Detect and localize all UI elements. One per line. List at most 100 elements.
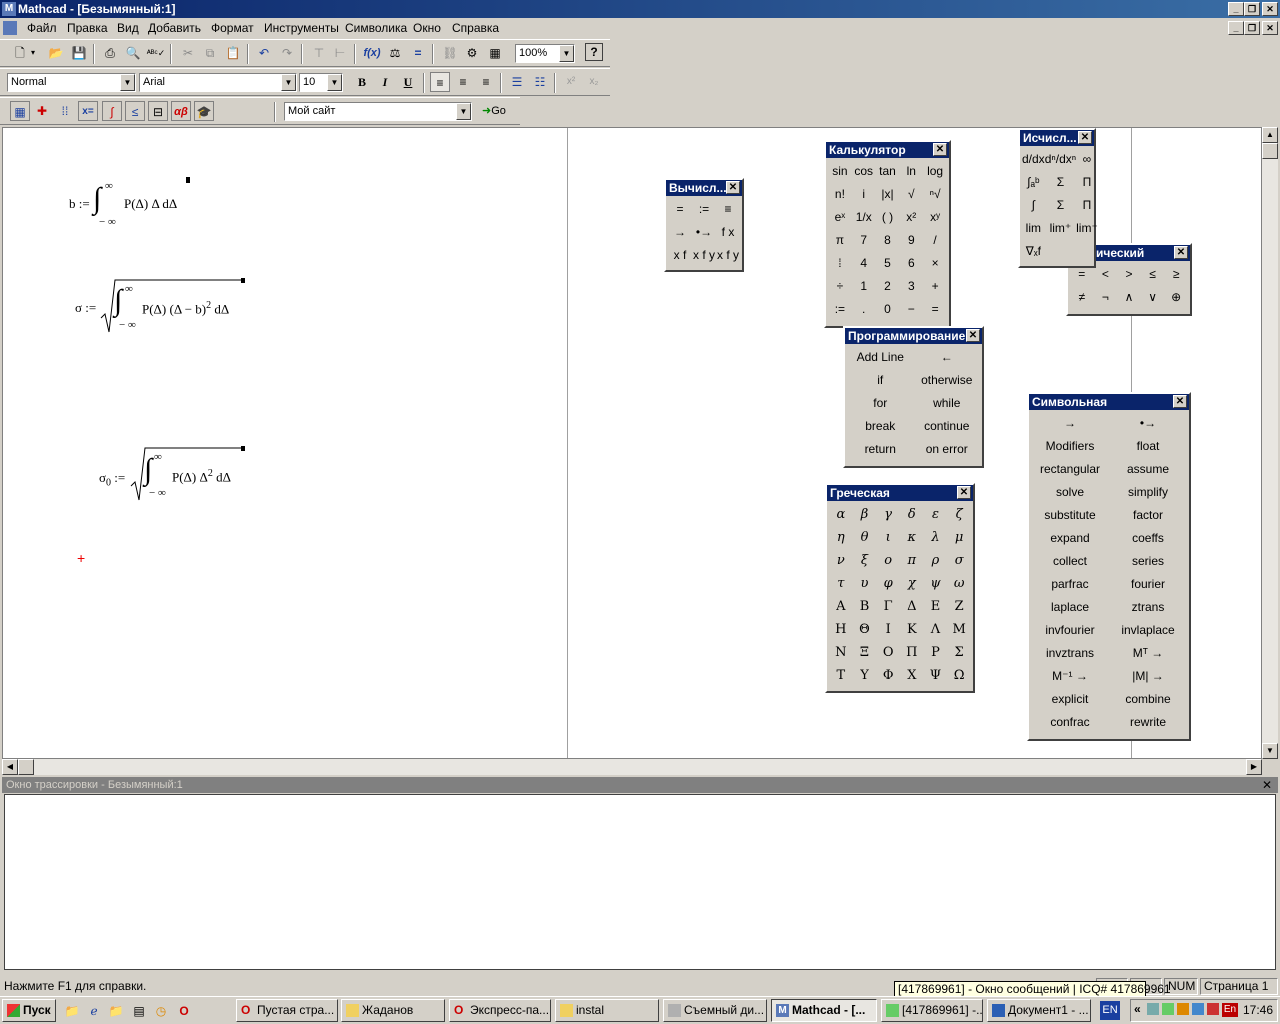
- greek-palette-button[interactable]: η: [829, 526, 853, 549]
- symbolic-palette-button[interactable]: fourier: [1109, 573, 1187, 596]
- calculator-palette-button[interactable]: ÷: [828, 275, 852, 298]
- programming-palette-button[interactable]: if: [847, 369, 914, 392]
- greek-palette-button[interactable]: ψ: [924, 572, 948, 595]
- greek-palette-button[interactable]: θ: [853, 526, 877, 549]
- evaluation-palette-button[interactable]: x f y: [716, 244, 740, 267]
- boolean-toolbar-icon[interactable]: ≤: [125, 101, 145, 121]
- calculus-palette-button[interactable]: dⁿ/dxⁿ: [1045, 148, 1076, 171]
- menu-file[interactable]: Файл: [27, 21, 57, 35]
- calculator-palette-button[interactable]: −: [899, 298, 923, 321]
- formula-b[interactable]: b :=: [69, 196, 90, 212]
- chevron-down-icon[interactable]: ▼: [456, 103, 471, 120]
- greek-palette-button[interactable]: τ: [829, 572, 853, 595]
- scroll-up-icon[interactable]: ▲: [1262, 127, 1278, 143]
- menu-view[interactable]: Вид: [117, 21, 139, 35]
- insert-function-icon[interactable]: f(x): [362, 43, 382, 63]
- symbolic-toolbar-icon[interactable]: 🎓: [194, 101, 214, 121]
- calculus-palette-button[interactable]: lim: [1022, 217, 1045, 240]
- cut-icon[interactable]: ✂: [178, 43, 198, 63]
- evaluation-palette-button[interactable]: →: [668, 221, 692, 244]
- calculator-palette-button[interactable]: ln: [899, 160, 923, 183]
- close-icon[interactable]: ✕: [933, 143, 947, 156]
- greek-palette-button[interactable]: υ: [853, 572, 877, 595]
- tray-expand-icon[interactable]: «: [1134, 1002, 1141, 1016]
- calculator-palette-button[interactable]: 6: [899, 252, 923, 275]
- scroll-thumb[interactable]: [18, 759, 34, 775]
- greek-palette-button[interactable]: Γ: [876, 595, 900, 618]
- greek-palette-button[interactable]: ο: [876, 549, 900, 572]
- spellcheck-icon[interactable]: ᴬᴮᶜ✓: [146, 43, 166, 63]
- print-icon[interactable]: ⎙: [100, 43, 120, 63]
- font-size-select[interactable]: 10 ▼: [299, 73, 343, 92]
- underline-button[interactable]: U: [398, 72, 418, 92]
- calculator-palette-button[interactable]: 7: [852, 229, 876, 252]
- symbolic-palette-button[interactable]: rewrite: [1109, 711, 1187, 734]
- clock-tray-icon[interactable]: [1177, 1003, 1189, 1015]
- insert-unit-icon[interactable]: ⚖: [385, 43, 405, 63]
- menu-tools[interactable]: Инструменты: [264, 21, 339, 35]
- greek-palette-button[interactable]: Λ: [924, 618, 948, 641]
- calculator-palette-button[interactable]: 9: [899, 229, 923, 252]
- symbolic-palette-button[interactable]: expand: [1031, 527, 1109, 550]
- menu-help[interactable]: Справка: [452, 21, 499, 35]
- open-icon[interactable]: 📂: [46, 43, 66, 63]
- symbolic-palette-button[interactable]: Modifiers: [1031, 435, 1109, 458]
- menu-window[interactable]: Окно: [413, 21, 441, 35]
- calculator-palette-button[interactable]: eˣ: [828, 206, 852, 229]
- menu-edit[interactable]: Правка: [67, 21, 108, 35]
- boolean-palette-button[interactable]: ≤: [1141, 263, 1165, 286]
- bullets-icon[interactable]: ☰: [507, 72, 527, 92]
- greek-palette-button[interactable]: Υ: [853, 664, 877, 687]
- save-icon[interactable]: 💾: [69, 43, 89, 63]
- calculus-palette-button[interactable]: Σ: [1045, 171, 1076, 194]
- clock-app-icon[interactable]: ◷: [151, 1001, 171, 1021]
- align-across-icon[interactable]: ⊤: [309, 43, 329, 63]
- zoom-select[interactable]: 100% ▼: [515, 44, 575, 63]
- palette-title[interactable]: Программирование ✕: [845, 328, 982, 344]
- programming-palette-button[interactable]: for: [847, 392, 914, 415]
- minimize-button[interactable]: _: [1228, 2, 1244, 16]
- greek-palette-button[interactable]: Σ: [947, 641, 971, 664]
- greek-palette-button[interactable]: Μ: [947, 618, 971, 641]
- language-indicator[interactable]: EN: [1100, 1001, 1120, 1020]
- go-button[interactable]: ➜Go: [482, 101, 514, 121]
- greek-palette-button[interactable]: Ι: [876, 618, 900, 641]
- calculator-palette-button[interactable]: 3: [899, 275, 923, 298]
- calculus-toolbar-icon[interactable]: ∫: [102, 101, 122, 121]
- calculator-palette-button[interactable]: =: [923, 298, 947, 321]
- taskbar-button[interactable]: Съемный ди...: [663, 999, 767, 1022]
- matrix-toolbar-icon[interactable]: ⁞⁞: [55, 101, 75, 121]
- resources-select[interactable]: Мой сайт ▼: [284, 102, 472, 121]
- calculator-palette-button[interactable]: 2: [876, 275, 900, 298]
- calculator-palette-button[interactable]: 4: [852, 252, 876, 275]
- close-icon[interactable]: ✕: [957, 486, 971, 499]
- boolean-palette-button[interactable]: >: [1117, 263, 1141, 286]
- vertical-scrollbar[interactable]: ▲ ▼: [1262, 127, 1278, 759]
- greek-palette-button[interactable]: Τ: [829, 664, 853, 687]
- programming-palette-button[interactable]: continue: [914, 415, 981, 438]
- greek-palette-button[interactable]: α: [829, 503, 853, 526]
- palette-title[interactable]: Вычисл... ✕: [666, 180, 742, 196]
- symbolic-palette-button[interactable]: collect: [1031, 550, 1109, 573]
- font-select[interactable]: Arial ▼: [139, 73, 297, 92]
- calculator-palette-button[interactable]: :=: [828, 298, 852, 321]
- calculator-palette-button[interactable]: xʸ: [923, 206, 947, 229]
- horizontal-scrollbar[interactable]: ◀ ▶: [2, 759, 1262, 775]
- menu-insert[interactable]: Добавить: [148, 21, 201, 35]
- copy-icon[interactable]: ⧉: [200, 43, 220, 63]
- taskbar-button-active[interactable]: M Mathcad - [...: [771, 999, 877, 1022]
- redo-icon[interactable]: ↷: [277, 43, 297, 63]
- app-tray-icon[interactable]: [1192, 1003, 1204, 1015]
- taskbar-button[interactable]: instal: [555, 999, 659, 1022]
- calculator-palette-button[interactable]: π: [828, 229, 852, 252]
- doc-restore-button[interactable]: ❐: [1244, 21, 1260, 35]
- paste-icon[interactable]: 📋: [223, 43, 243, 63]
- help-icon[interactable]: ?: [585, 43, 603, 61]
- formula-sigma0-lhs[interactable]: σ0 :=: [99, 470, 125, 489]
- calculator-palette-button[interactable]: n!: [828, 183, 852, 206]
- greek-palette-button[interactable]: Δ: [900, 595, 924, 618]
- calculate-icon[interactable]: =: [408, 43, 428, 63]
- programming-palette-button[interactable]: otherwise: [914, 369, 981, 392]
- palette-title[interactable]: Греческая ✕: [827, 485, 973, 501]
- greek-palette-button[interactable]: Κ: [900, 618, 924, 641]
